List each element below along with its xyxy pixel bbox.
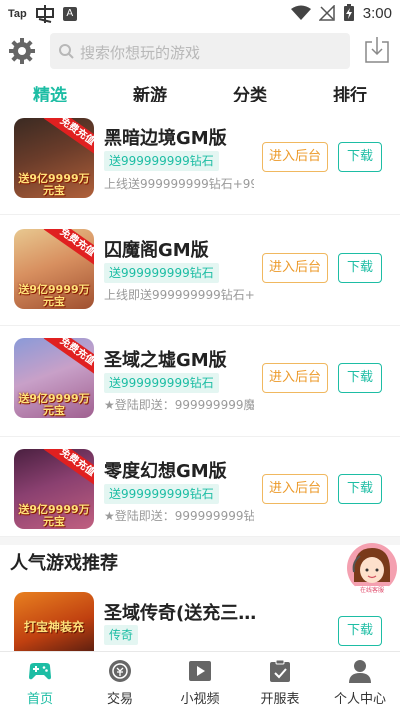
- wifi-icon: [290, 5, 311, 20]
- game-description: ★登陆即送：999999999魔…: [104, 398, 254, 412]
- status-left: Tap A: [8, 5, 77, 23]
- search-placeholder: 搜索你想玩的游戏: [80, 44, 201, 62]
- gamepad-icon: [29, 663, 51, 680]
- nav-trade[interactable]: 交易: [80, 652, 160, 711]
- game-row[interactable]: 免费充值 送9亿9999万元宝 黑暗边境GM版 送999999999钻石 上线送…: [0, 102, 400, 215]
- game-description: 上线送999999999钻石+999…: [104, 177, 254, 191]
- game-tag: 送999999999钻石: [104, 484, 219, 504]
- signal-off-icon: [318, 5, 335, 21]
- game-description: ★登陆即送：999999999钻…: [104, 509, 254, 523]
- status-time: 3:00: [362, 4, 392, 22]
- thumbnail-caption: 送9亿9999万元宝: [18, 172, 90, 197]
- game-row[interactable]: 免费充值 送9亿9999万元宝 零度幻想GM版 送999999999钻石 ★登陆…: [0, 437, 400, 537]
- nav-label: 首页: [26, 692, 53, 707]
- game-tag: 传奇: [104, 625, 139, 645]
- nav-label: 小视频: [180, 692, 220, 707]
- search-icon: [59, 44, 74, 59]
- bottom-nav: 首页 交易 小视频 开服表 个人中心: [0, 651, 400, 711]
- download-button[interactable]: 下载: [338, 363, 382, 393]
- thumbnail-ribbon: 免费充值: [43, 449, 94, 490]
- thumbnail-ribbon: 免费充值: [43, 118, 94, 159]
- game-row[interactable]: 免费充值 送9亿9999万元宝 圣域之墟GM版 送999999999钻石 ★登陆…: [0, 326, 400, 437]
- gear-icon[interactable]: [8, 37, 36, 65]
- enter-backend-button[interactable]: 进入后台: [262, 253, 328, 283]
- status-bar: Tap A 3:00: [0, 0, 400, 28]
- thumbnail-caption: 送9亿9999万元宝: [18, 503, 90, 528]
- nav-label: 开服表: [260, 692, 300, 707]
- thumbnail-caption: 打宝神装充: [23, 620, 84, 634]
- a-badge-icon: A: [62, 7, 77, 21]
- download-button[interactable]: 下载: [338, 616, 382, 646]
- game-thumbnail[interactable]: 免费充值 送9亿9999万元宝: [14, 449, 94, 529]
- game-row[interactable]: 打宝神装充 圣域传奇(送充三… 传奇 下载: [0, 580, 400, 651]
- status-right: 3:00: [290, 4, 392, 22]
- enter-backend-button[interactable]: 进入后台: [262, 142, 328, 172]
- game-title[interactable]: 圣域传奇(送充三…: [104, 599, 256, 625]
- enter-backend-button[interactable]: 进入后台: [262, 474, 328, 504]
- top-bar: 搜索你想玩的游戏: [0, 28, 400, 76]
- search-input[interactable]: 搜索你想玩的游戏: [50, 33, 350, 69]
- game-tag: 送999999999钻石: [104, 151, 219, 171]
- game-thumbnail[interactable]: 免费充值 送9亿9999万元宝: [14, 338, 94, 418]
- nav-profile[interactable]: 个人中心: [320, 652, 400, 711]
- video-icon: [189, 661, 211, 681]
- download-button[interactable]: 下载: [338, 253, 382, 283]
- game-thumbnail[interactable]: 免费充值 送9亿9999万元宝: [14, 229, 94, 309]
- download-button[interactable]: 下载: [338, 474, 382, 504]
- game-thumbnail[interactable]: 免费充值 送9亿9999万元宝: [14, 118, 94, 198]
- thumbnail-ribbon: 免费充值: [43, 229, 94, 270]
- user-icon: [349, 660, 371, 683]
- nav-home[interactable]: 首页: [0, 652, 80, 711]
- game-title[interactable]: 黑暗边境GM版: [104, 124, 227, 150]
- game-title[interactable]: 圣域之墟GM版: [104, 346, 227, 372]
- thumbnail-caption: 送9亿9999万元宝: [18, 392, 90, 417]
- trade-icon: [109, 660, 131, 682]
- download-button[interactable]: 下载: [338, 142, 382, 172]
- battery-charging-icon: [343, 4, 354, 21]
- game-title[interactable]: 囚魔阁GM版: [104, 236, 209, 262]
- game-title[interactable]: 零度幻想GM版: [104, 457, 227, 483]
- nav-short-video[interactable]: 小视频: [160, 652, 240, 711]
- section-gap: [0, 537, 400, 545]
- nav-server-list[interactable]: 开服表: [240, 652, 320, 711]
- game-description: 上线即送999999999钻石+9…: [104, 288, 254, 302]
- game-tag: 送999999999钻石: [104, 373, 219, 393]
- thumbnail-caption: 送9亿9999万元宝: [18, 283, 90, 308]
- section-title: 人气游戏推荐: [10, 553, 118, 574]
- enter-backend-button[interactable]: 进入后台: [262, 363, 328, 393]
- download-manager-icon[interactable]: [364, 36, 390, 64]
- nav-label: 交易: [106, 692, 133, 707]
- game-tag: 送999999999钻石: [104, 263, 219, 283]
- notification-app-icon: [35, 5, 54, 23]
- nav-label: 个人中心: [333, 692, 386, 707]
- thumbnail-ribbon: 免费充值: [43, 338, 94, 379]
- customer-service-label[interactable]: 在线客服: [353, 586, 391, 596]
- taptap-icon: Tap: [8, 8, 27, 20]
- game-row[interactable]: 免费充值 送9亿9999万元宝 囚魔阁GM版 送999999999钻石 上线即送…: [0, 215, 400, 326]
- server-list-icon: [270, 659, 290, 682]
- game-thumbnail[interactable]: 打宝神装充: [14, 592, 94, 651]
